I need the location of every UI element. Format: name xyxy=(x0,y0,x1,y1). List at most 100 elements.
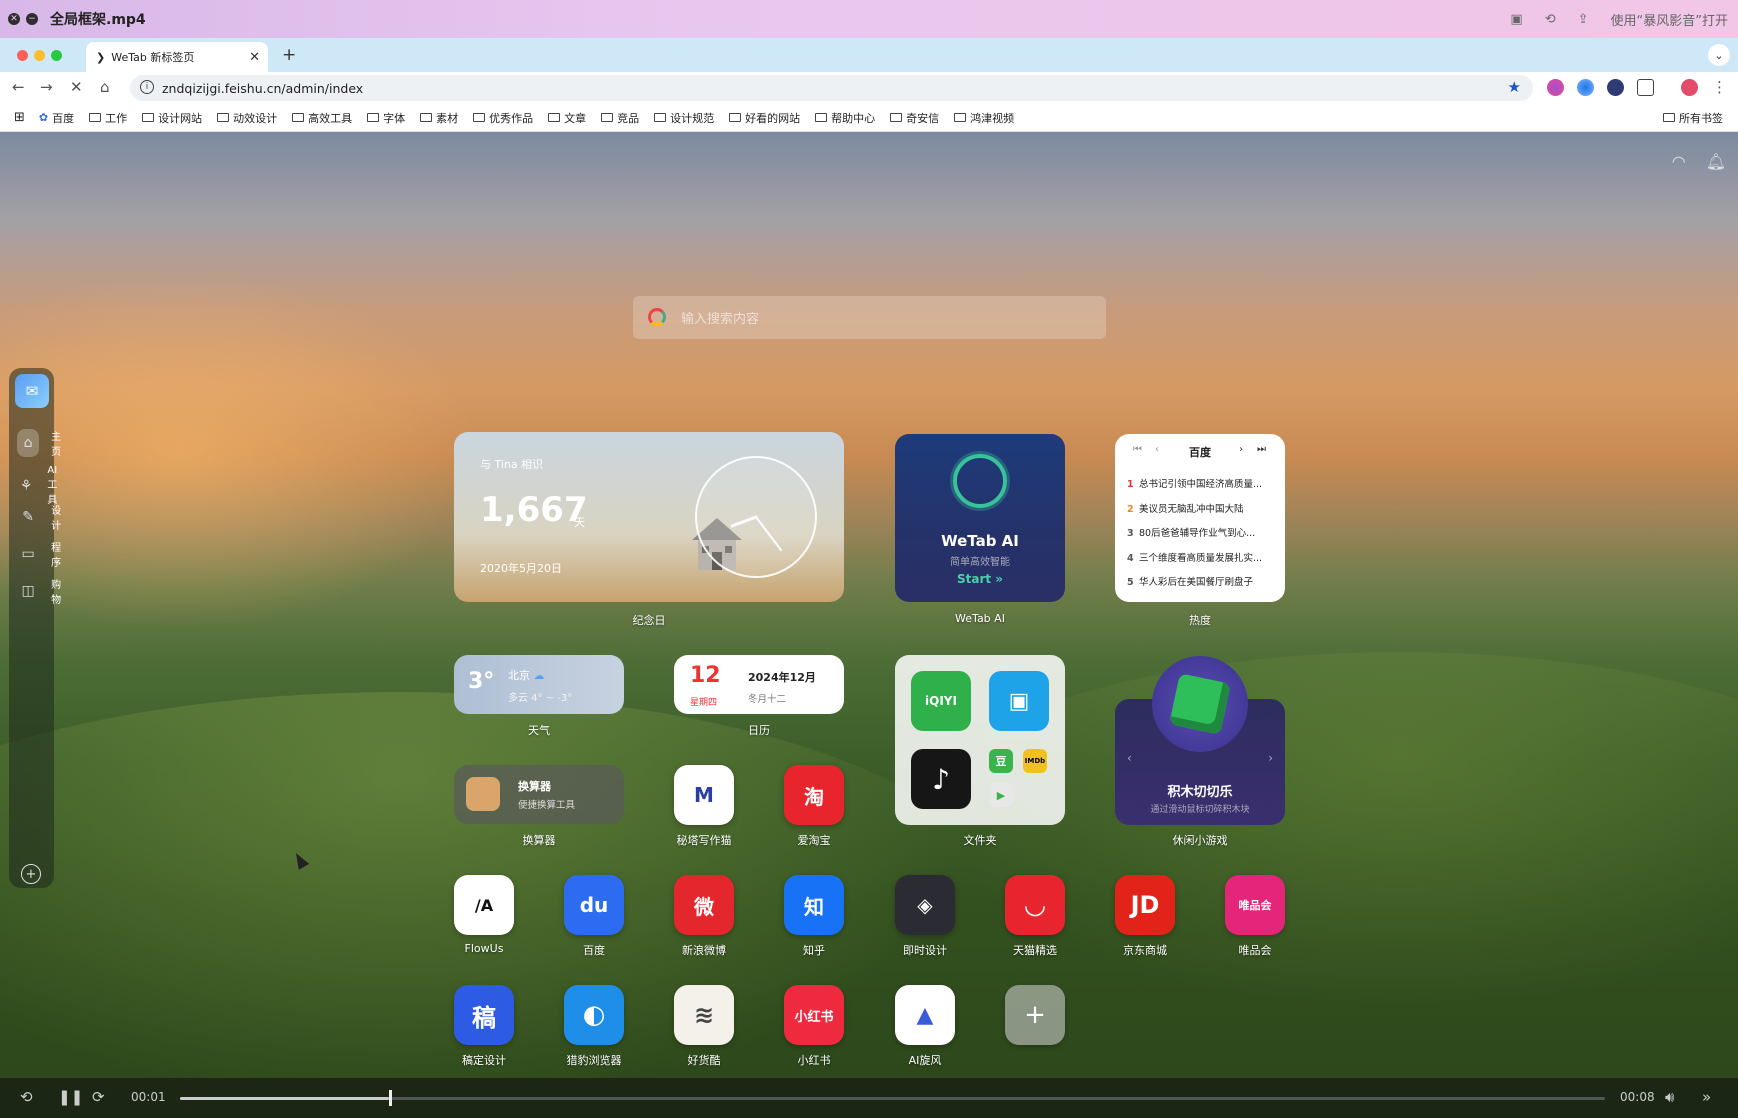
bookmark-folder[interactable]: 文章 xyxy=(548,110,586,126)
stop-icon[interactable]: ✕ xyxy=(70,78,83,96)
douban-icon[interactable]: 豆 xyxy=(989,749,1013,773)
address-bar[interactable]: i zndqizijgi.feishu.cn/admin/index ★ xyxy=(130,75,1533,101)
rotate-icon[interactable]: ⟲ xyxy=(1545,12,1556,27)
home-icon[interactable]: ⌂ xyxy=(100,78,110,96)
bookmark-folder[interactable]: 字体 xyxy=(367,110,405,126)
sidebar-item-design[interactable]: ✎ 设计 xyxy=(17,502,67,532)
bookmark-folder[interactable]: 竞品 xyxy=(601,110,639,126)
converter-widget[interactable]: 换算器 便捷换算工具 xyxy=(454,765,624,824)
sidebar-item-home[interactable]: ⌂ 主页 xyxy=(17,428,67,458)
minimize-icon[interactable]: − xyxy=(26,13,38,25)
bookmark-star-icon[interactable]: ★ xyxy=(1508,78,1521,96)
list-item[interactable]: 3 80后爸爸辅导作业气到心... xyxy=(1127,525,1277,550)
share-icon[interactable]: ⇪ xyxy=(1578,12,1589,27)
bilibili-icon[interactable]: ▣ xyxy=(989,671,1049,731)
hot-list-widget[interactable]: ⏮ ‹ 百度 › ⏭ 1 总书记引领中国经济高质量... 2 美议员无脑乱冲中国大陆… xyxy=(1115,434,1285,602)
google-icon[interactable] xyxy=(648,308,666,326)
window-close-dot[interactable] xyxy=(17,50,28,61)
window-maximize-dot[interactable] xyxy=(51,50,62,61)
forward-icon[interactable]: → xyxy=(40,78,53,96)
extensions-puzzle-icon[interactable] xyxy=(1637,79,1654,96)
last-page-icon[interactable]: ⏭ xyxy=(1257,444,1266,455)
list-item[interactable]: 4 三个维度看高质量发展扎实... xyxy=(1127,550,1277,575)
app-flowus[interactable]: /A xyxy=(454,875,514,935)
app-jishi-design[interactable]: ◈ xyxy=(895,875,955,935)
menu-icon[interactable]: ⋮ xyxy=(1712,78,1727,96)
app-aitaobao[interactable]: 淘 xyxy=(784,765,844,825)
apps-grid-icon[interactable]: ⊞ xyxy=(14,110,25,125)
tab-close-icon[interactable]: ✕ xyxy=(249,50,260,65)
app-mita-writing-cat[interactable]: M xyxy=(674,765,734,825)
back-icon[interactable]: ← xyxy=(12,78,25,96)
bookmark-folder[interactable]: 设计规范 xyxy=(654,110,714,126)
extension-icon[interactable] xyxy=(1577,79,1594,96)
bookmark-folder[interactable]: 高效工具 xyxy=(292,110,352,126)
app-weibo[interactable]: 微 xyxy=(674,875,734,935)
app-baidu[interactable]: du xyxy=(564,875,624,935)
weather-widget[interactable]: 3° 北京 ☁ 多云 4° ~ -3° xyxy=(454,655,624,714)
bookmark-folder[interactable]: 优秀作品 xyxy=(473,110,533,126)
play-icon[interactable]: ▶ xyxy=(989,783,1013,807)
douyin-icon[interactable]: ♪ xyxy=(911,749,971,809)
app-tmall[interactable]: ◡ xyxy=(1005,875,1065,935)
tab-search-button[interactable]: ⌄ xyxy=(1708,44,1730,66)
window-minimize-dot[interactable] xyxy=(34,50,45,61)
progress-bar[interactable] xyxy=(180,1090,1605,1106)
bookmark-folder[interactable]: 好看的网站 xyxy=(729,110,800,126)
iqiyi-icon[interactable]: iQIYI xyxy=(911,671,971,731)
next-arrow-icon[interactable]: › xyxy=(1268,751,1273,765)
app-zhihu[interactable]: 知 xyxy=(784,875,844,935)
list-item[interactable]: 1 总书记引领中国经济高质量... xyxy=(1127,476,1277,501)
wetab-logo-icon[interactable]: ✉ xyxy=(15,374,49,408)
extension-icon[interactable] xyxy=(1547,79,1564,96)
extension-icon[interactable] xyxy=(1607,79,1624,96)
bookmark-folder[interactable]: 工作 xyxy=(89,110,127,126)
active-tab[interactable]: ❯ WeTab 新标签页 ✕ xyxy=(86,42,268,72)
rewind-15-icon[interactable]: ⟲ xyxy=(20,1088,33,1106)
sidebar-item-program[interactable]: ▭ 程序 xyxy=(17,539,67,569)
profile-avatar[interactable] xyxy=(1681,79,1698,96)
notification-bell-icon[interactable]: 🔔︎ xyxy=(1706,152,1726,171)
next-page-icon[interactable]: › xyxy=(1239,444,1243,455)
app-xiaohongshu[interactable]: 小红书 xyxy=(784,985,844,1045)
imdb-icon[interactable]: IMDb xyxy=(1023,749,1047,773)
bookmark-folder[interactable]: 帮助中心 xyxy=(815,110,875,126)
prev-arrow-icon[interactable]: ‹ xyxy=(1127,751,1132,765)
app-gaoding[interactable]: 稿 xyxy=(454,985,514,1045)
new-tab-button[interactable]: + xyxy=(282,45,296,65)
app-ai-xuanfeng[interactable]: ▲ xyxy=(895,985,955,1045)
bookmark-folder[interactable]: 素材 xyxy=(420,110,458,126)
more-icon[interactable]: » xyxy=(1702,1088,1711,1106)
open-with-button[interactable]: 使用“暴风影音”打开 xyxy=(1611,10,1728,29)
bookmark-baidu[interactable]: ✿ 百度 xyxy=(39,110,74,126)
anniversary-widget[interactable]: 与 Tina 相识 1,667 天 2020年5月20日 xyxy=(454,432,844,602)
sidebar-item-ai-tools[interactable]: ⚘ AI工具 xyxy=(17,465,67,506)
bookmark-folder[interactable]: 鸿津视频 xyxy=(954,110,1014,126)
site-info-icon[interactable]: i xyxy=(140,80,154,94)
forward-15-icon[interactable]: ⟳ xyxy=(92,1088,105,1106)
all-bookmarks-folder[interactable]: 所有书签 xyxy=(1663,110,1723,126)
app-folder[interactable]: iQIYI ▣ ♪ 豆 IMDb ▶ xyxy=(895,655,1065,825)
wallpaper-icon[interactable]: ◠ xyxy=(1672,152,1686,171)
list-item[interactable]: 2 美议员无脑乱冲中国大陆 xyxy=(1127,501,1277,526)
wetab-ai-start-button[interactable]: Start » xyxy=(895,572,1065,586)
calendar-widget[interactable]: 12 星期四 2024年12月 冬月十二 xyxy=(674,655,844,714)
app-jd[interactable]: JD xyxy=(1115,875,1175,935)
progress-knob[interactable] xyxy=(389,1090,393,1106)
bookmark-folder[interactable]: 奇安信 xyxy=(890,110,939,126)
bookmark-folder[interactable]: 设计网站 xyxy=(142,110,202,126)
search-box[interactable]: 输入搜索内容 xyxy=(633,296,1106,339)
add-app-button[interactable]: + xyxy=(1005,985,1065,1045)
add-category-button[interactable]: + xyxy=(21,864,41,884)
bookmark-folder[interactable]: 动效设计 xyxy=(217,110,277,126)
app-haohuoku[interactable]: ≋ xyxy=(674,985,734,1045)
picture-in-picture-icon[interactable]: ▣ xyxy=(1510,12,1522,27)
sidebar-item-shopping[interactable]: ◫ 购物 xyxy=(17,576,67,606)
app-cheetah-browser[interactable]: ◐ xyxy=(564,985,624,1045)
volume-icon[interactable]: 🔊︎ xyxy=(1665,1088,1674,1106)
close-icon[interactable]: ✕ xyxy=(8,13,20,25)
app-vipshop[interactable]: 唯品会 xyxy=(1225,875,1285,935)
list-item[interactable]: 5 华人彩后在美国餐厅刷盘子 xyxy=(1127,574,1277,599)
wetab-ai-widget[interactable]: WeTab AI 简单高效智能 Start » xyxy=(895,434,1065,602)
pause-icon[interactable]: ❚❚ xyxy=(58,1088,83,1106)
